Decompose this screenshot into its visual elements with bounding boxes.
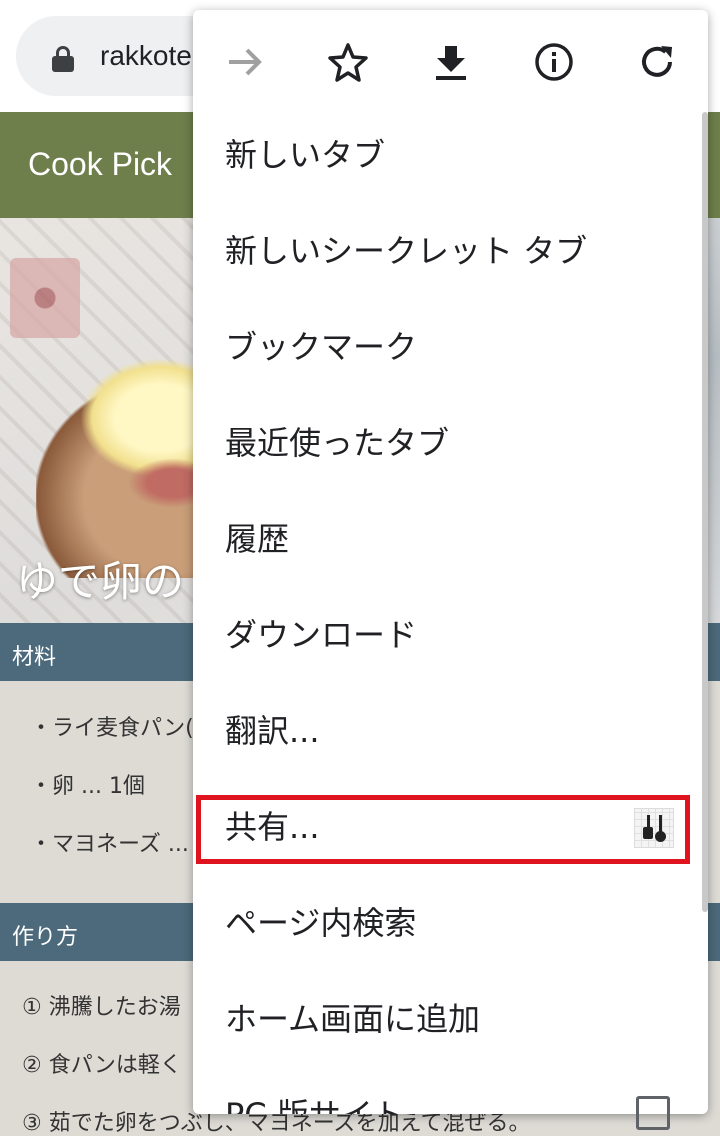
menu-item-add-to-home-screen[interactable]: ホーム画面に追加 bbox=[193, 970, 708, 1066]
menu-item-label: PC 版サイト bbox=[225, 1090, 405, 1114]
site-title[interactable]: Cook Pick bbox=[28, 146, 172, 183]
recipe-title: ゆで卵の bbox=[16, 557, 185, 606]
menu-item-label: ホーム画面に追加 bbox=[225, 1000, 481, 1038]
ingredient-item: ・マヨネーズ ... bbox=[30, 832, 189, 857]
overflow-menu: 新しいタブ 新しいシークレット タブ ブックマーク 最近使ったタブ 履歴 ダウン… bbox=[193, 10, 708, 1114]
menu-item-desktop-site[interactable]: PC 版サイト bbox=[193, 1066, 708, 1114]
menu-item-label: ブックマーク bbox=[225, 328, 418, 366]
info-icon[interactable] bbox=[527, 35, 581, 89]
menu-item-label: 新しいタブ bbox=[225, 136, 386, 174]
menu-item-history[interactable]: 履歴 bbox=[193, 490, 708, 586]
lock-icon[interactable] bbox=[52, 46, 74, 72]
desktop-site-checkbox[interactable] bbox=[636, 1096, 670, 1130]
refresh-icon[interactable] bbox=[630, 35, 684, 89]
menu-item-recent-tabs[interactable]: 最近使ったタブ bbox=[193, 394, 708, 490]
menu-scrollbar[interactable] bbox=[702, 112, 708, 912]
menu-item-bookmarks[interactable]: ブックマーク bbox=[193, 298, 708, 394]
download-icon[interactable] bbox=[424, 35, 478, 89]
menu-item-label: 最近使ったタブ bbox=[225, 424, 450, 462]
star-icon[interactable] bbox=[321, 35, 375, 89]
steps-heading-label: 作り方 bbox=[12, 925, 79, 950]
menu-item-label: ダウンロード bbox=[225, 616, 418, 654]
menu-icon-row bbox=[193, 10, 708, 110]
url-text[interactable]: rakkote bbox=[100, 40, 192, 72]
menu-item-label: 履歴 bbox=[225, 520, 290, 558]
menu-item-new-incognito-tab[interactable]: 新しいシークレット タブ bbox=[193, 202, 708, 298]
menu-item-new-tab[interactable]: 新しいタブ bbox=[193, 106, 708, 202]
step-item: ① 沸騰したお湯 bbox=[22, 995, 181, 1020]
ingredient-item: ・ライ麦食パン( bbox=[30, 716, 194, 741]
ingredient-item: ・卵 ... 1個 bbox=[30, 774, 145, 799]
highlight-box bbox=[196, 795, 690, 864]
menu-item-translate[interactable]: 翻訳... bbox=[193, 682, 708, 778]
menu-item-downloads[interactable]: ダウンロード bbox=[193, 586, 708, 682]
menu-item-label: 翻訳... bbox=[225, 712, 320, 750]
menu-item-find-in-page[interactable]: ページ内検索 bbox=[193, 874, 708, 970]
menu-item-label: ページ内検索 bbox=[225, 904, 417, 942]
forward-icon[interactable] bbox=[218, 35, 272, 89]
step-item: ② 食パンは軽く bbox=[22, 1053, 182, 1078]
ingredients-heading-label: 材料 bbox=[12, 645, 57, 670]
menu-item-label: 新しいシークレット タブ bbox=[225, 232, 588, 270]
